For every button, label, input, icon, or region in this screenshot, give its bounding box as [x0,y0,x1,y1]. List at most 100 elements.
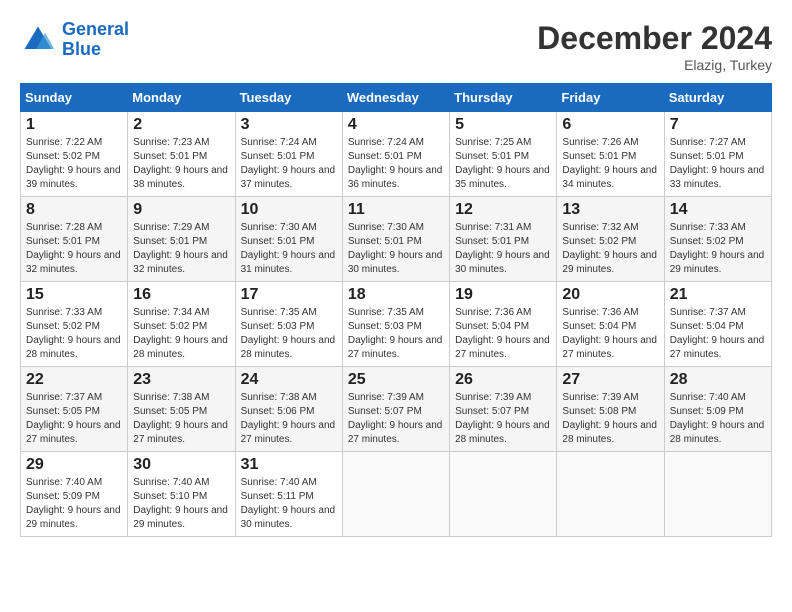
logo-line2: Blue [62,39,101,59]
logo-line1: General [62,19,129,39]
day-number: 11 [348,201,444,219]
day-info: Sunrise: 7:40 AMSunset: 5:11 PMDaylight:… [241,476,337,532]
calendar-table: SundayMondayTuesdayWednesdayThursdayFrid… [20,83,772,537]
header-row: SundayMondayTuesdayWednesdayThursdayFrid… [21,84,772,112]
day-number: 4 [348,116,444,134]
day-number: 18 [348,286,444,304]
day-number: 1 [26,116,122,134]
day-number: 10 [241,201,337,219]
day-number: 23 [133,371,229,389]
day-info: Sunrise: 7:24 AMSunset: 5:01 PMDaylight:… [348,136,444,192]
calendar-week-row: 15 Sunrise: 7:33 AMSunset: 5:02 PMDayligh… [21,282,772,367]
day-number: 26 [455,371,551,389]
day-number: 19 [455,286,551,304]
month-title: December 2024 [537,20,772,57]
day-info: Sunrise: 7:35 AMSunset: 5:03 PMDaylight:… [348,306,444,362]
calendar-cell: 7Sunrise: 7:27 AMSunset: 5:01 PMDaylight… [664,112,771,197]
day-info: Sunrise: 7:32 AMSunset: 5:02 PMDaylight:… [562,221,658,277]
title-block: December 2024 Elazig, Turkey [537,20,772,73]
calendar-cell: 15 Sunrise: 7:33 AMSunset: 5:02 PMDayligh… [21,282,128,367]
calendar-cell: 9 Sunrise: 7:29 AMSunset: 5:01 PMDaylight… [128,197,235,282]
calendar-cell [342,452,449,537]
calendar-cell: 18 Sunrise: 7:35 AMSunset: 5:03 PMDayligh… [342,282,449,367]
weekday-header: Sunday [21,84,128,112]
day-info: Sunrise: 7:30 AMSunset: 5:01 PMDaylight:… [348,221,444,277]
calendar-cell: 12 Sunrise: 7:31 AMSunset: 5:01 PMDayligh… [450,197,557,282]
calendar-cell: 30Sunrise: 7:40 AMSunset: 5:10 PMDayligh… [128,452,235,537]
day-info: Sunrise: 7:36 AMSunset: 5:04 PMDaylight:… [455,306,551,362]
calendar-cell: 1Sunrise: 7:22 AMSunset: 5:02 PMDaylight… [21,112,128,197]
weekday-header: Monday [128,84,235,112]
day-number: 9 [133,201,229,219]
day-info: Sunrise: 7:27 AMSunset: 5:01 PMDaylight:… [670,136,766,192]
day-number: 31 [241,456,337,474]
day-number: 12 [455,201,551,219]
calendar-cell: 3 Sunrise: 7:24 AMSunset: 5:01 PMDaylight… [235,112,342,197]
location: Elazig, Turkey [537,57,772,73]
day-info: Sunrise: 7:36 AMSunset: 5:04 PMDaylight:… [562,306,658,362]
day-info: Sunrise: 7:39 AMSunset: 5:07 PMDaylight:… [455,391,551,447]
weekday-header: Friday [557,84,664,112]
day-info: Sunrise: 7:34 AMSunset: 5:02 PMDaylight:… [133,306,229,362]
day-info: Sunrise: 7:37 AMSunset: 5:05 PMDaylight:… [26,391,122,447]
day-info: Sunrise: 7:33 AMSunset: 5:02 PMDaylight:… [26,306,122,362]
calendar-cell: 25Sunrise: 7:39 AMSunset: 5:07 PMDayligh… [342,367,449,452]
day-info: Sunrise: 7:31 AMSunset: 5:01 PMDaylight:… [455,221,551,277]
page-header: General Blue December 2024 Elazig, Turke… [20,20,772,73]
calendar-cell: 29 Sunrise: 7:40 AMSunset: 5:09 PMDayligh… [21,452,128,537]
day-number: 3 [241,116,337,134]
calendar-cell: 28Sunrise: 7:40 AMSunset: 5:09 PMDayligh… [664,367,771,452]
day-info: Sunrise: 7:38 AMSunset: 5:06 PMDaylight:… [241,391,337,447]
calendar-cell [664,452,771,537]
calendar-cell: 16 Sunrise: 7:34 AMSunset: 5:02 PMDayligh… [128,282,235,367]
day-number: 30 [133,456,229,474]
day-info: Sunrise: 7:37 AMSunset: 5:04 PMDaylight:… [670,306,766,362]
weekday-header: Wednesday [342,84,449,112]
calendar-cell: 23Sunrise: 7:38 AMSunset: 5:05 PMDayligh… [128,367,235,452]
day-number: 24 [241,371,337,389]
calendar-cell: 11 Sunrise: 7:30 AMSunset: 5:01 PMDayligh… [342,197,449,282]
calendar-cell: 8Sunrise: 7:28 AMSunset: 5:01 PMDaylight… [21,197,128,282]
calendar-cell: 14 Sunrise: 7:33 AMSunset: 5:02 PMDayligh… [664,197,771,282]
calendar-cell: 31 Sunrise: 7:40 AMSunset: 5:11 PMDayligh… [235,452,342,537]
calendar-cell: 2Sunrise: 7:23 AMSunset: 5:01 PMDaylight… [128,112,235,197]
calendar-cell: 27Sunrise: 7:39 AMSunset: 5:08 PMDayligh… [557,367,664,452]
logo-text: General Blue [62,20,129,60]
day-number: 21 [670,286,766,304]
calendar-cell: 4 Sunrise: 7:24 AMSunset: 5:01 PMDaylight… [342,112,449,197]
day-info: Sunrise: 7:24 AMSunset: 5:01 PMDaylight:… [241,136,337,192]
calendar-week-row: 22 Sunrise: 7:37 AMSunset: 5:05 PMDayligh… [21,367,772,452]
day-number: 14 [670,201,766,219]
weekday-header: Saturday [664,84,771,112]
day-number: 29 [26,456,122,474]
calendar-cell: 21 Sunrise: 7:37 AMSunset: 5:04 PMDayligh… [664,282,771,367]
day-info: Sunrise: 7:28 AMSunset: 5:01 PMDaylight:… [26,221,122,277]
day-number: 17 [241,286,337,304]
day-info: Sunrise: 7:33 AMSunset: 5:02 PMDaylight:… [670,221,766,277]
day-number: 28 [670,371,766,389]
weekday-header: Tuesday [235,84,342,112]
calendar-cell: 26 Sunrise: 7:39 AMSunset: 5:07 PMDayligh… [450,367,557,452]
day-number: 20 [562,286,658,304]
day-number: 15 [26,286,122,304]
day-number: 16 [133,286,229,304]
day-info: Sunrise: 7:26 AMSunset: 5:01 PMDaylight:… [562,136,658,192]
day-info: Sunrise: 7:29 AMSunset: 5:01 PMDaylight:… [133,221,229,277]
calendar-cell: 17Sunrise: 7:35 AMSunset: 5:03 PMDayligh… [235,282,342,367]
day-number: 2 [133,116,229,134]
calendar-cell [557,452,664,537]
day-number: 6 [562,116,658,134]
calendar-cell: 24 Sunrise: 7:38 AMSunset: 5:06 PMDayligh… [235,367,342,452]
calendar-week-row: 29 Sunrise: 7:40 AMSunset: 5:09 PMDayligh… [21,452,772,537]
logo: General Blue [20,20,129,60]
day-info: Sunrise: 7:39 AMSunset: 5:07 PMDaylight:… [348,391,444,447]
logo-icon [20,22,56,58]
calendar-week-row: 8Sunrise: 7:28 AMSunset: 5:01 PMDaylight… [21,197,772,282]
calendar-cell: 10Sunrise: 7:30 AMSunset: 5:01 PMDayligh… [235,197,342,282]
calendar-cell: 20 Sunrise: 7:36 AMSunset: 5:04 PMDayligh… [557,282,664,367]
calendar-cell: 13Sunrise: 7:32 AMSunset: 5:02 PMDayligh… [557,197,664,282]
day-info: Sunrise: 7:40 AMSunset: 5:09 PMDaylight:… [26,476,122,532]
calendar-cell: 22 Sunrise: 7:37 AMSunset: 5:05 PMDayligh… [21,367,128,452]
day-number: 22 [26,371,122,389]
day-number: 27 [562,371,658,389]
